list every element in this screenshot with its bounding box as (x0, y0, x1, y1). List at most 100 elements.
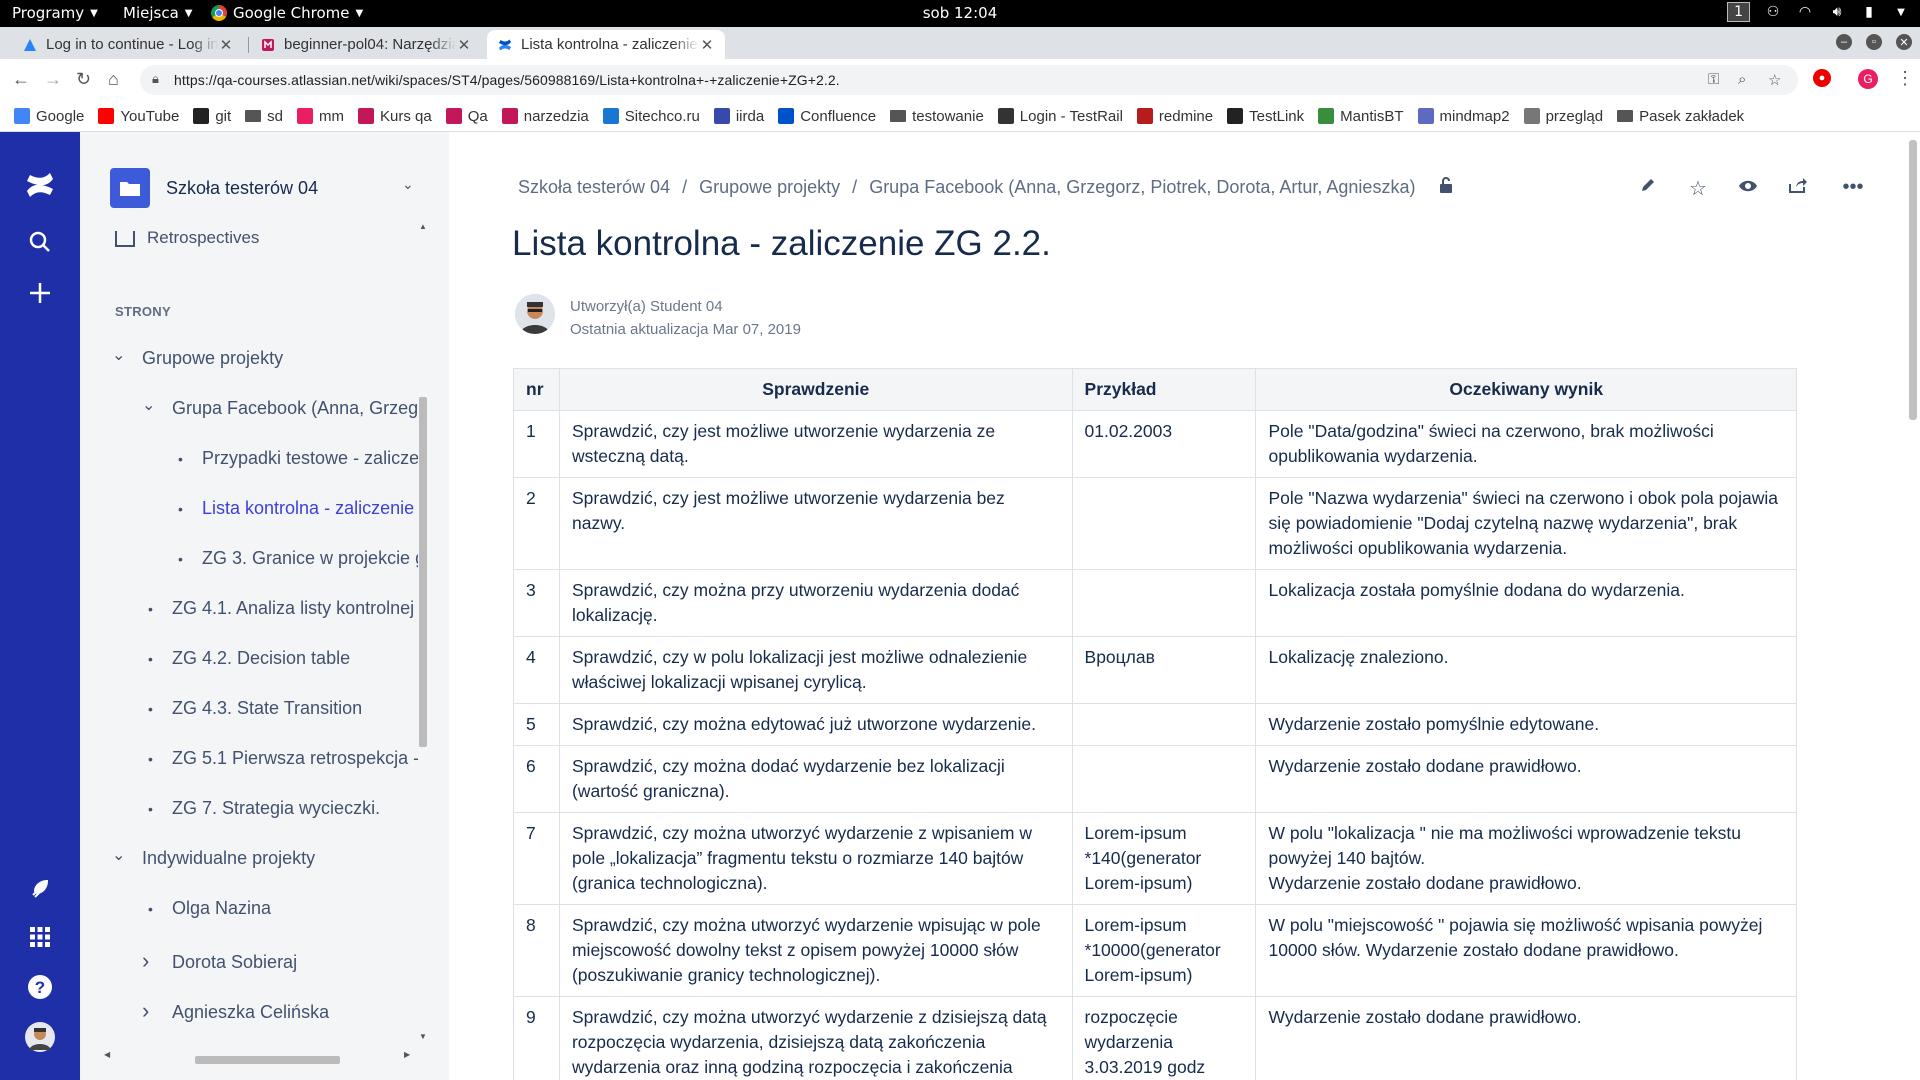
key-icon[interactable]: ⚿ (1708, 71, 1719, 88)
volume-icon[interactable]: 🔊︎ (1828, 3, 1846, 21)
user-avatar-icon[interactable] (25, 1022, 55, 1052)
chevron-down-icon[interactable]: ⌄ (142, 395, 172, 415)
sidebar-tree-item[interactable]: › Dorota Sobieraj (142, 948, 297, 974)
edit-pencil-icon[interactable] (1634, 176, 1662, 200)
star-bookmark-icon[interactable]: ☆ (1768, 71, 1781, 89)
sidebar-item-retrospectives[interactable]: Retrospectives (115, 228, 259, 248)
tab-lista-kontrolna[interactable]: Lista kontrolna - zaliczenie ZG 2.2. - S… (487, 30, 725, 59)
maximize-icon[interactable]: ▫ (1866, 34, 1882, 50)
minimize-icon[interactable]: – (1836, 34, 1852, 50)
bookmark-item[interactable]: MantisBT (1318, 108, 1404, 125)
kebab-menu-icon[interactable]: ⋮ (1896, 68, 1914, 89)
space-header[interactable]: Szkoła testerów 04 (110, 168, 318, 208)
profile-avatar[interactable]: G (1858, 69, 1878, 89)
sidebar-tree-item[interactable]: • Przypadki testowe - zaliczenie (172, 448, 418, 469)
url-text[interactable]: https://qa-courses.atlassian.net/wiki/sp… (174, 72, 840, 88)
sidebar-tree-item[interactable]: ⌄ Indywidualne projekty (112, 845, 315, 869)
sidebar-tree-item[interactable]: › Agnieszka Celińska (142, 998, 329, 1024)
chevron-down-icon[interactable]: ⌄ (402, 176, 414, 193)
forward-arrow-icon[interactable]: → (44, 69, 62, 90)
bookmark-item[interactable]: przegląd (1523, 108, 1603, 125)
extension-icon[interactable]: ● (1813, 69, 1831, 87)
lock-icon[interactable]: 🔒︎ (152, 71, 159, 87)
sidebar-tree-item[interactable]: • ZG 7. Strategia wycieczki. (142, 798, 380, 819)
bookmark-item[interactable]: Qa (445, 108, 488, 125)
back-arrow-icon[interactable]: ← (12, 69, 30, 90)
star-icon[interactable]: ☆ (1684, 176, 1712, 201)
bookmark-item[interactable]: Pasek zakładek (1617, 108, 1744, 125)
chevron-right-icon[interactable]: › (142, 948, 172, 974)
sidebar-tree-item[interactable]: • Olga Nazina (142, 898, 271, 919)
last-updated[interactable]: Ostatnia aktualizacja Mar 07, 2019 (570, 318, 801, 341)
bookmark-item[interactable]: Login - TestRail (997, 108, 1123, 125)
sidebar-tree-item[interactable]: ⌄ Grupowe projekty (112, 345, 283, 369)
close-icon[interactable]: ✕ (456, 36, 472, 54)
bookmark-item[interactable]: mm (297, 108, 344, 125)
create-plus-icon[interactable] (25, 278, 55, 308)
sidebar-horizontal-thumb[interactable] (195, 1056, 340, 1064)
chevron-down-icon[interactable]: ⌄ (112, 845, 142, 865)
share-icon[interactable] (1784, 176, 1812, 200)
battery-icon[interactable]: ▮ (1860, 3, 1878, 21)
close-icon[interactable]: ✕ (218, 36, 234, 54)
sidebar-tree-item[interactable]: • ZG 5.1 Pierwsza retrospekcja - (142, 748, 418, 769)
tab-beginner-pol04[interactable]: beginner-pol04: Narzędzia ✕ (250, 30, 482, 59)
sidebar-tree-item[interactable]: • ZG 4.1. Analiza listy kontrolnej (142, 598, 414, 619)
bookmark-item[interactable]: redmine (1136, 108, 1213, 125)
chevron-right-icon[interactable]: › (142, 998, 172, 1024)
wifi-icon[interactable]: ◠ (1796, 3, 1814, 21)
sidebar-tree-item[interactable]: • ZG 4.3. State Transition (142, 698, 362, 719)
close-icon[interactable]: ✕ (699, 36, 715, 54)
cell-sprawdzenie: Sprawdzić, czy jest możliwe utworzenie w… (558, 477, 1073, 570)
page-scroll-thumb[interactable] (1909, 140, 1917, 420)
google-icon (14, 108, 30, 124)
breadcrumb-separator: / (852, 177, 858, 197)
sidebar-tree-item[interactable]: ⌄Grupa Facebook (Anna, Grzegorz, Piotrek… (142, 395, 418, 419)
confluence-logo-icon[interactable] (25, 170, 55, 200)
sidebar-tree-item[interactable]: • Lista kontrolna - zaliczenie ZG 2.2. (172, 498, 418, 519)
scroll-down-icon[interactable]: ▼ (419, 1032, 427, 1041)
caret-down-icon[interactable]: ▼ (1892, 3, 1910, 21)
bookmark-item[interactable]: testowanie (890, 108, 984, 125)
watch-eye-icon[interactable] (1734, 176, 1762, 199)
address-bar[interactable]: 🔒︎ https://qa-courses.atlassian.net/wiki… (140, 65, 1798, 95)
scroll-left-icon[interactable]: ◀ (104, 1050, 110, 1059)
zoom-icon[interactable]: ⌕ (1738, 71, 1746, 88)
app-switcher-icon[interactable] (25, 922, 55, 952)
scroll-right-icon[interactable]: ▶ (404, 1050, 410, 1059)
tab-atlassian-login[interactable]: Log in to continue - Log in with Atlassi… (12, 30, 244, 59)
bookmark-item[interactable]: git (193, 108, 231, 125)
scroll-up-icon[interactable]: ▲ (419, 222, 427, 231)
help-icon[interactable]: ? (25, 972, 55, 1002)
people-icon[interactable]: ⚇ (1764, 3, 1782, 21)
bookmark-item[interactable]: TestLink (1227, 108, 1304, 125)
author-avatar[interactable] (515, 294, 555, 334)
breadcrumb-link-grupowe[interactable]: Grupowe projekty (699, 177, 840, 198)
created-by[interactable]: Utworzył(a) Student 04 (570, 295, 801, 318)
chevron-down-icon[interactable]: ⌄ (112, 345, 142, 365)
bookmark-item[interactable]: Sitechco.ru (602, 108, 700, 125)
bookmark-item[interactable]: mindmap2 (1417, 108, 1510, 125)
bookmark-item[interactable]: Google (14, 108, 84, 125)
bookmark-item[interactable]: narzedzia (501, 108, 589, 125)
bookmark-item[interactable]: YouTube (98, 108, 179, 125)
sidebar-scroll-thumb[interactable] (419, 397, 427, 747)
sidebar-tree-item[interactable]: • ZG 3. Granice w projekcie grupowym (172, 548, 418, 569)
unlock-icon[interactable] (1439, 177, 1453, 198)
bookmark-item[interactable]: Kurs qa (358, 108, 432, 125)
breadcrumb-link-grupa[interactable]: Grupa Facebook (Anna, Grzegorz, Piotrek,… (869, 177, 1415, 198)
clock[interactable]: sob 12:04 (0, 4, 1920, 22)
system-tray[interactable]: 1 ⚇ ◠ 🔊︎ ▮ ▼ (1727, 2, 1910, 22)
breadcrumb-link-space[interactable]: Szkoła testerów 04 (518, 177, 670, 198)
more-actions-icon[interactable]: ••• (1839, 176, 1867, 199)
workspace-indicator[interactable]: 1 (1727, 2, 1750, 22)
sidebar-tree-item[interactable]: • ZG 4.2. Decision table (142, 648, 350, 669)
bookmark-item[interactable]: Confluence (778, 108, 876, 125)
search-icon[interactable] (25, 227, 55, 257)
reload-icon[interactable]: ↻ (76, 69, 91, 90)
home-icon[interactable]: ⌂ (108, 69, 119, 90)
bookmark-item[interactable]: sd (245, 108, 283, 125)
bookmark-item[interactable]: iirda (713, 108, 764, 125)
rocket-icon[interactable] (25, 873, 55, 903)
close-window-icon[interactable]: ✕ (1896, 34, 1912, 50)
